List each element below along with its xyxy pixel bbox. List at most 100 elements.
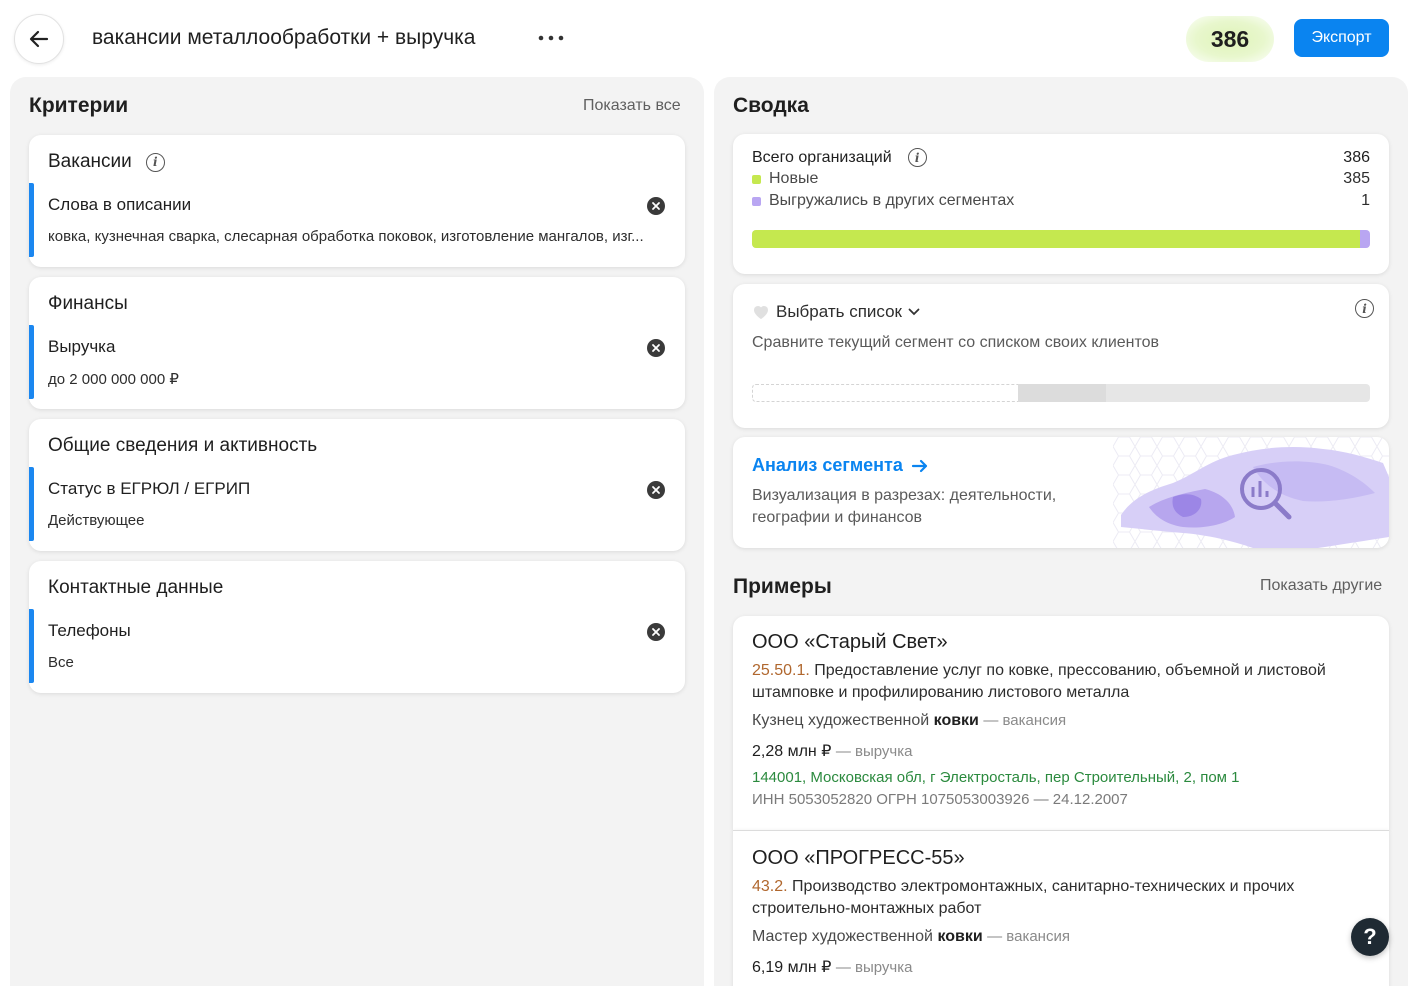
- back-button[interactable]: [14, 14, 64, 64]
- summary-card: Всего организаций i 386 Новые 385 Выгруж…: [733, 134, 1389, 274]
- criteria-card-title: Общие сведения и активность: [48, 435, 317, 457]
- criteria-name: Слова в описании: [48, 195, 192, 214]
- okved-text: Предоставление услуг по ковке, прессован…: [752, 662, 1326, 701]
- vacancy-suffix: — вакансия: [987, 928, 1070, 945]
- chevron-down-icon: [908, 308, 920, 316]
- show-all-link[interactable]: Показать все: [583, 97, 681, 115]
- company-name[interactable]: ООО «ПРОГРЕСС-55»: [752, 847, 965, 870]
- criteria-card-title-text: Вакансии: [48, 151, 132, 172]
- company-name[interactable]: ООО «Старый Свет»: [752, 631, 948, 654]
- criteria-card-title-text: Контактные данные: [48, 577, 224, 598]
- remove-criteria-button[interactable]: [647, 481, 665, 499]
- choose-list-description: Сравните текущий сегмент со списком свои…: [752, 334, 1160, 351]
- summary-total-label: Всего организаций i: [752, 148, 927, 167]
- top-bar: вакансии металлообработки + выручка 386 …: [0, 0, 1418, 78]
- criteria-value: Действующее: [48, 512, 145, 529]
- comparison-bar-placeholder: [752, 384, 1370, 402]
- summary-panel: Сводка Всего организаций i 386 Новые 385…: [714, 77, 1408, 986]
- show-other-link[interactable]: Показать другие: [1260, 577, 1382, 595]
- criteria-accent-bar: [29, 609, 34, 683]
- summary-new-label: Новые: [752, 170, 818, 188]
- help-button[interactable]: ?: [1351, 918, 1389, 956]
- criteria-value: Все: [48, 654, 74, 671]
- summary-other-row: Выгружались в других сегментах 1: [752, 192, 1370, 210]
- criteria-card-vacancies[interactable]: Вакансии i Слова в описании ковка, кузне…: [29, 135, 685, 267]
- revenue-value: 6,19 млн ₽: [752, 959, 832, 976]
- company-vacancy: Мастер художественной ковки — вакансия: [752, 928, 1070, 946]
- criteria-card-general[interactable]: Общие сведения и активность Статус в ЕГР…: [29, 419, 685, 551]
- progress-segment-new: [752, 230, 1360, 248]
- more-horizontal-icon: [538, 35, 564, 41]
- vacancy-keyword: ковки: [937, 928, 983, 945]
- criteria-name: Выручка: [48, 337, 116, 356]
- vacancy-prefix: Мастер художественной: [752, 928, 933, 945]
- organizations-count-badge: 386: [1186, 16, 1274, 62]
- criteria-card-title: Контактные данные: [48, 577, 223, 599]
- more-options-button[interactable]: [535, 24, 567, 52]
- summary-total-row: Всего организаций i 386: [752, 148, 1370, 167]
- export-button[interactable]: Экспорт: [1294, 19, 1389, 57]
- segment-analysis-link[interactable]: Анализ сегмента: [752, 455, 929, 476]
- summary-other-value: 1: [1361, 192, 1370, 209]
- criteria-card-title: Финансы: [48, 293, 128, 315]
- vacancy-suffix: — вакансия: [983, 712, 1067, 729]
- arrow-right-icon: [911, 459, 927, 472]
- company-ids: ИНН 5053052820 ОГРН 1075053003926 — 24.1…: [752, 791, 1128, 808]
- criteria-card-title: Вакансии i: [48, 151, 165, 173]
- arrow-left-icon: [29, 30, 49, 48]
- legend-dot-new: [752, 174, 761, 184]
- criteria-card-finance[interactable]: Финансы Выручка до 2 000 000 000 ₽: [29, 277, 685, 409]
- criteria-card-title-text: Общие сведения и активность: [48, 435, 318, 456]
- close-icon: [652, 344, 660, 352]
- info-icon[interactable]: i: [907, 148, 927, 167]
- company-okved: 43.2. Производство электромонтажных, сан…: [752, 876, 1362, 920]
- company-okved: 25.50.1. Предоставление услуг по ковке, …: [752, 660, 1362, 704]
- close-icon: [652, 628, 660, 636]
- criteria-name: Статус в ЕГРЮЛ / ЕГРИП: [48, 479, 251, 498]
- okved-text: Производство электромонтажных, санитарно…: [752, 878, 1295, 917]
- criteria-value: ковка, кузнечная сварка, слесарная обраб…: [48, 228, 644, 245]
- legend-dot-other: [752, 196, 761, 206]
- remove-criteria-button[interactable]: [647, 623, 665, 641]
- criteria-panel: Критерии Показать все Вакансии i Слова в…: [10, 77, 704, 986]
- criteria-accent-bar: [29, 183, 34, 257]
- summary-new-row: Новые 385: [752, 170, 1370, 188]
- company-revenue: 2,28 млн ₽ — выручка: [752, 741, 912, 761]
- remove-criteria-button[interactable]: [647, 339, 665, 357]
- company-vacancy: Кузнец художественной ковки — вакансия: [752, 712, 1066, 730]
- vacancy-prefix: Кузнец художественной: [752, 712, 930, 729]
- company-revenue: 6,19 млн ₽ — выручка: [752, 957, 912, 977]
- summary-other-text: Выгружались в других сегментах: [769, 192, 1015, 209]
- segment-title[interactable]: вакансии металлообработки + выручка: [92, 26, 475, 50]
- example-company-card[interactable]: ООО «Старый Свет» 25.50.1. Предоставлени…: [733, 616, 1389, 830]
- criteria-card-contacts[interactable]: Контактные данные Телефоны Все: [29, 561, 685, 693]
- criteria-accent-bar: [29, 325, 34, 399]
- info-icon[interactable]: i: [1355, 299, 1374, 318]
- progress-segment-other: [1360, 230, 1370, 248]
- segment-analysis-description: Визуализация в разрезах: деятельности, г…: [752, 487, 1057, 526]
- summary-heading: Сводка: [733, 94, 809, 117]
- example-company-card[interactable]: ООО «ПРОГРЕСС-55» 43.2. Производство эле…: [733, 830, 1389, 986]
- close-icon: [652, 202, 660, 210]
- criteria-name: Телефоны: [48, 621, 131, 640]
- vacancy-keyword: ковки: [933, 712, 979, 729]
- heart-icon: [754, 306, 768, 319]
- okved-code: 25.50.1.: [752, 662, 810, 679]
- criteria-card-title-text: Финансы: [48, 293, 128, 314]
- summary-new-value: 385: [1343, 170, 1370, 187]
- close-icon: [652, 486, 660, 494]
- summary-other-label: Выгружались в других сегментах: [752, 192, 1014, 210]
- revenue-value: 2,28 млн ₽: [752, 743, 832, 760]
- choose-list-card: Выбрать список i Сравните текущий сегмен…: [733, 284, 1389, 428]
- remove-criteria-button[interactable]: [647, 197, 665, 215]
- choose-list-dropdown[interactable]: Выбрать список: [752, 302, 920, 322]
- choose-list-label: Выбрать список: [776, 302, 902, 321]
- examples-heading: Примеры: [733, 575, 832, 598]
- info-icon[interactable]: i: [145, 152, 165, 172]
- segment-analysis-card[interactable]: Анализ сегмента Визуализация в разрезах:…: [733, 437, 1389, 548]
- russia-map-illustration: [1113, 437, 1389, 548]
- segment-analysis-title: Анализ сегмента: [752, 455, 903, 475]
- summary-new-text: Новые: [769, 170, 819, 187]
- summary-total-value: 386: [1343, 148, 1370, 166]
- revenue-suffix: — выручка: [835, 959, 913, 976]
